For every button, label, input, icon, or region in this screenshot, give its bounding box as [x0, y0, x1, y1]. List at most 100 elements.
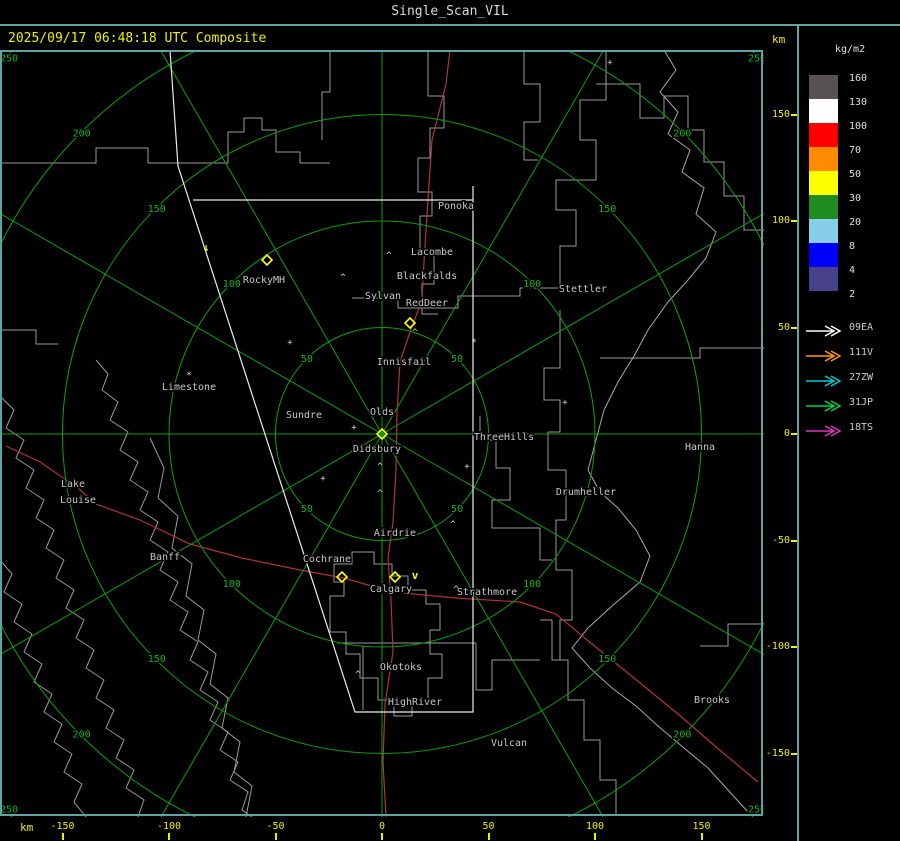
scale-value-label: 20: [849, 217, 862, 228]
right-axis-label: 150: [771, 108, 790, 120]
scale-value-label: 2: [849, 289, 856, 300]
bottom-axis-label: -100: [156, 821, 182, 832]
ring-label-150: 150: [148, 654, 166, 665]
scan-sector-outline: [169, 50, 474, 713]
scale-value-label: 8: [849, 241, 856, 252]
right-axis-label: 50: [777, 321, 790, 333]
scale-swatch: [809, 243, 838, 267]
bottom-axis-tick: [61, 833, 64, 840]
obs-mark: +: [320, 474, 326, 484]
arrow-icon: [806, 375, 842, 387]
arrow-icon: [806, 400, 842, 412]
bottom-axis-label: 150: [692, 821, 711, 832]
right-axis-label: -50: [771, 534, 790, 546]
window-title: Single_Scan_VIL: [0, 0, 900, 26]
ring-label-150: 150: [598, 204, 616, 215]
ring-label-100: 100: [523, 579, 541, 590]
scale-value-label: 30: [849, 193, 862, 204]
radar-track-id: 18TS: [849, 422, 874, 433]
city-label: Louise: [60, 495, 96, 506]
city-label: Innisfail: [377, 357, 431, 368]
scale-swatch: [809, 195, 838, 219]
scale-swatch: [809, 171, 838, 195]
city-label: HighRiver: [388, 697, 442, 708]
obs-mark: +: [351, 423, 357, 433]
arrow-icon: [806, 350, 842, 362]
ring-label-50: 50: [301, 354, 313, 365]
arrow-icon: [806, 325, 842, 337]
bottom-axis-label: 100: [585, 821, 605, 832]
scale-value-label: 100: [849, 121, 868, 132]
ring-label-200: 200: [673, 129, 691, 140]
radar-track-id: 31JP: [849, 397, 874, 408]
obs-mark: ^: [377, 489, 383, 499]
city-label: ThreeHills: [474, 432, 534, 443]
city-label: Ponoka: [438, 201, 474, 212]
city-label: RockyMH: [243, 275, 285, 286]
radar-track-id: 27ZW: [849, 372, 874, 383]
obs-mark: +: [607, 58, 613, 68]
radar-map-display[interactable]: 50 50 50 50 100 100 100 100 150 150 150 150 200 200 20…: [0, 50, 764, 817]
scale-value-label: 160: [849, 73, 868, 84]
bottom-axis-label: 50: [482, 821, 495, 832]
vector-mark: ↓: [203, 241, 210, 254]
bottom-axis-label: -150: [50, 821, 75, 832]
scale-swatch: [809, 99, 838, 123]
ring-label-50: 50: [301, 504, 313, 515]
radar-track-arrow-18TS: [805, 422, 843, 441]
city-label: Sylvan: [365, 291, 401, 302]
obs-mark: ^: [355, 670, 361, 680]
right-axis-label: -100: [765, 641, 790, 652]
ring-label-200: 200: [673, 729, 691, 740]
ring-label-50: 50: [451, 504, 463, 515]
bottom-axis: -150 -100 -50 0 50 100 150: [0, 817, 764, 841]
right-axis-unit-label: km: [772, 33, 786, 46]
radar-track-arrow-27ZW: [805, 372, 843, 391]
scale-swatch: [809, 123, 838, 147]
city-label: Brooks: [694, 695, 730, 706]
bottom-axis-tick: [487, 833, 490, 840]
azimuth-spoke-330: [381, 433, 764, 656]
obs-mark: *: [186, 371, 191, 381]
ring-label-150: 150: [148, 204, 166, 215]
radar-track-arrow-31JP: [805, 397, 843, 416]
ring-label-200: 200: [73, 129, 91, 140]
legend-unit-label: kg/m2: [835, 44, 866, 55]
scale-swatch: [809, 219, 838, 243]
city-label: Airdrie: [374, 528, 416, 539]
obs-mark: ^: [412, 328, 418, 338]
obs-mark: *: [471, 338, 476, 348]
bottom-axis-tick: [168, 833, 170, 840]
right-axis-label: -150: [765, 747, 790, 759]
legend-panel: kg/m2 160 130 100 70 50 30 20 8 4 2 09EA 111V 27ZW 31…: [799, 26, 900, 841]
right-axis: 150 100 50 0 -50 -100 -150: [764, 50, 798, 817]
city-label: Stettler: [559, 284, 607, 295]
city-label: Cochrane: [303, 554, 351, 565]
bottom-axis-tick: [594, 833, 596, 840]
arrow-icon: [806, 425, 842, 437]
radar-track-id: 111V: [849, 347, 874, 358]
ring-label-100: 100: [523, 279, 541, 290]
bottom-axis-tick: [381, 833, 383, 840]
bottom-axis-label: 0: [378, 821, 386, 832]
radar-track-arrow-09EA: [805, 322, 843, 341]
bottom-axis-label: -50: [266, 821, 285, 832]
mountain-terrain-boundaries: [0, 359, 253, 817]
ring-label-250: 250: [0, 804, 18, 815]
obs-mark: +: [287, 338, 293, 348]
radar-track-id: 09EA: [849, 322, 874, 333]
range-rings-and-spokes: [0, 50, 764, 817]
obs-mark: ^: [377, 462, 383, 472]
scale-value-label: 50: [849, 169, 862, 180]
scale-swatch: [809, 147, 838, 171]
city-label: Olds: [370, 407, 394, 418]
scale-value-label: 130: [849, 97, 868, 108]
city-label: Limestone: [162, 382, 216, 393]
ring-label-150: 150: [598, 654, 616, 665]
azimuth-spoke-240: [160, 433, 383, 817]
right-axis-label: 0: [783, 428, 790, 439]
scan-timestamp: 2025/09/17 06:48:18 UTC Composite: [8, 31, 267, 46]
city-label: Sundre: [286, 410, 322, 421]
city-label: Lake: [61, 479, 85, 490]
obs-mark: ^: [340, 273, 346, 283]
